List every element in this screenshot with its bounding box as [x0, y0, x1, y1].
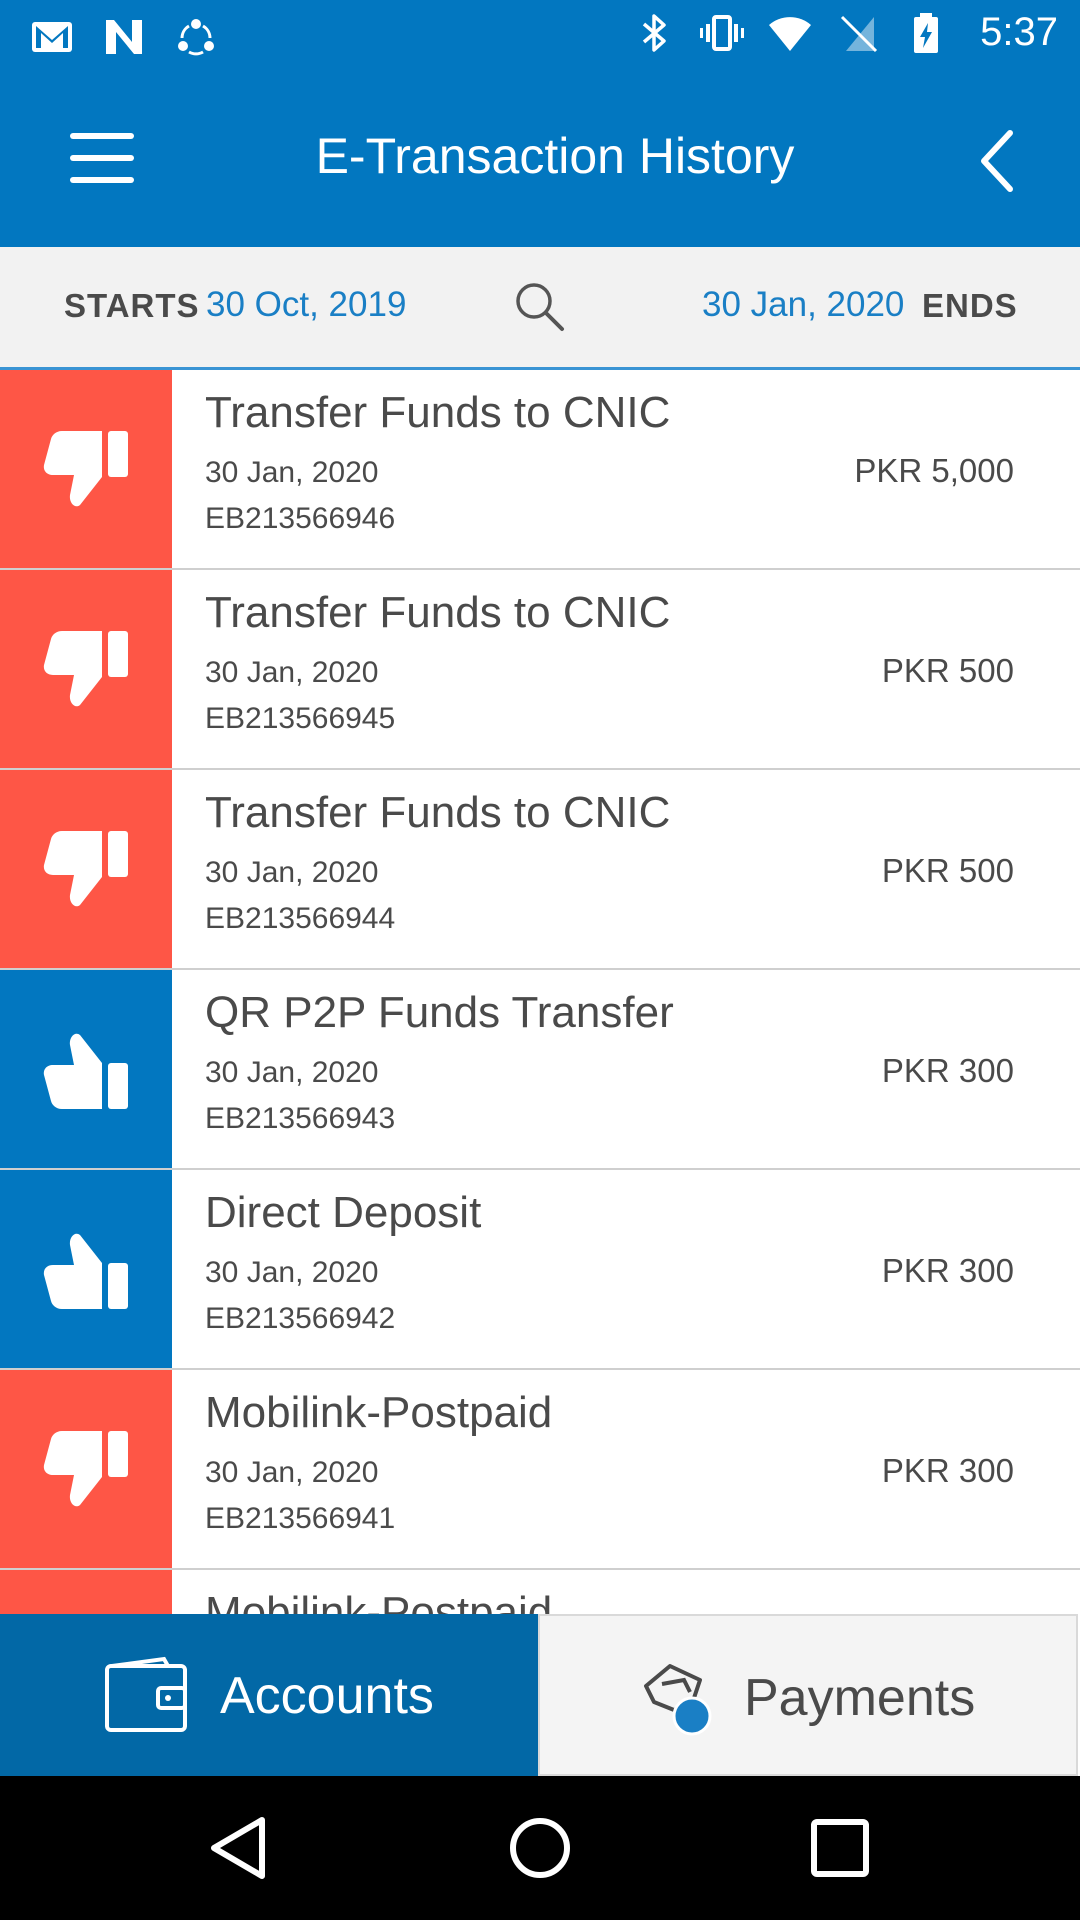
- transaction-row[interactable]: Transfer Funds to CNIC 30 Jan, 2020 EB21…: [0, 370, 1080, 571]
- transaction-row[interactable]: Direct Deposit 30 Jan, 2020 EB213566942 …: [0, 1170, 1080, 1371]
- gmail-icon: [32, 22, 72, 52]
- transaction-row[interactable]: Mobilink-Postpaid: [0, 1570, 1080, 1614]
- transaction-amount: PKR 500: [881, 852, 1014, 889]
- bottom-tab-bar: Accounts Payments: [0, 1614, 1080, 1776]
- transaction-reference: EB213566945: [205, 702, 396, 735]
- start-label: STARTS: [64, 287, 200, 324]
- transaction-title: Transfer Funds to CNIC: [205, 388, 671, 437]
- transaction-date: 30 Jan, 2020: [205, 1056, 379, 1089]
- transaction-reference: EB213566941: [205, 1502, 396, 1535]
- chevron-left-icon[interactable]: [960, 121, 1040, 201]
- transaction-date: 30 Jan, 2020: [205, 856, 379, 889]
- thumbs-down-icon: [43, 431, 128, 507]
- status-indicator: [0, 1170, 172, 1368]
- transaction-date: 30 Jan, 2020: [205, 1256, 379, 1289]
- transaction-amount: PKR 300: [881, 1252, 1014, 1289]
- transaction-date: 30 Jan, 2020: [205, 456, 379, 489]
- transaction-row[interactable]: Mobilink-Postpaid 30 Jan, 2020 EB2135669…: [0, 1370, 1080, 1571]
- end-date-picker[interactable]: 30 Jan, 2020: [702, 285, 904, 325]
- thumbs-down-icon: [43, 631, 128, 707]
- bluetooth-icon: [643, 13, 666, 52]
- transaction-title: Mobilink-Postpaid: [205, 1588, 553, 1614]
- transaction-reference: EB213566942: [205, 1302, 396, 1335]
- wallet-icon: [105, 1656, 187, 1732]
- thumbs-up-icon: [43, 1033, 128, 1109]
- transaction-amount: PKR 300: [881, 1452, 1014, 1489]
- nav-back-icon[interactable]: [204, 1812, 276, 1884]
- no-sim-icon: [841, 15, 878, 52]
- clock: 5:37: [980, 10, 1058, 54]
- battery-charging-icon: [914, 12, 939, 53]
- transaction-reference: EB213566944: [205, 902, 396, 935]
- nav-home-icon[interactable]: [504, 1812, 576, 1884]
- transaction-title: QR P2P Funds Transfer: [205, 988, 674, 1037]
- vibrate-icon: [700, 14, 745, 51]
- transaction-row[interactable]: QR P2P Funds Transfer 30 Jan, 2020 EB213…: [0, 970, 1080, 1171]
- status-indicator: [0, 770, 172, 968]
- status-indicator: [0, 970, 172, 1168]
- system-icons: 5:37: [632, 10, 1058, 55]
- transaction-title: Transfer Funds to CNIC: [205, 788, 671, 837]
- transaction-title: Transfer Funds to CNIC: [205, 588, 671, 637]
- payment-hand-icon: [644, 1664, 712, 1736]
- status-bar: 5:37: [0, 0, 1080, 75]
- status-indicator: [0, 370, 172, 568]
- status-indicator: [0, 570, 172, 768]
- app-bar: E-Transaction History: [0, 75, 1080, 247]
- page-title: E-Transaction History: [315, 128, 795, 184]
- tab-payments[interactable]: Payments: [538, 1614, 1078, 1776]
- transaction-date: 30 Jan, 2020: [205, 656, 379, 689]
- search-icon[interactable]: [510, 277, 570, 337]
- transaction-reference: EB213566946: [205, 502, 396, 535]
- transaction-row[interactable]: Transfer Funds to CNIC 30 Jan, 2020 EB21…: [0, 770, 1080, 971]
- start-date-picker[interactable]: 30 Oct, 2019: [206, 285, 406, 325]
- system-navigation-bar: [0, 1776, 1080, 1920]
- transaction-amount: PKR 300: [881, 1052, 1014, 1089]
- thumbs-down-icon: [43, 831, 128, 907]
- tab-accounts-label: Accounts: [220, 1667, 434, 1725]
- wifi-icon: [769, 16, 812, 51]
- transaction-reference: EB213566943: [205, 1102, 396, 1135]
- sync-app-icon: [178, 19, 214, 56]
- status-indicator: [0, 1370, 172, 1568]
- thumbs-up-icon: [43, 1233, 128, 1309]
- end-label: ENDS: [922, 287, 1018, 324]
- tab-payments-label: Payments: [744, 1669, 976, 1727]
- transaction-row[interactable]: Transfer Funds to CNIC 30 Jan, 2020 EB21…: [0, 570, 1080, 771]
- date-range-filter: STARTS 30 Oct, 2019 30 Jan, 2020 ENDS: [0, 247, 1080, 370]
- transaction-list[interactable]: Transfer Funds to CNIC 30 Jan, 2020 EB21…: [0, 370, 1080, 1614]
- transaction-date: 30 Jan, 2020: [205, 1456, 379, 1489]
- transaction-title: Direct Deposit: [205, 1188, 482, 1237]
- notification-icons: [30, 14, 218, 58]
- transaction-title: Mobilink-Postpaid: [205, 1388, 553, 1437]
- nav-recents-icon[interactable]: [804, 1812, 876, 1884]
- thumbs-down-icon: [43, 1431, 128, 1507]
- status-indicator: [0, 1570, 172, 1614]
- transaction-amount: PKR 5,000: [854, 452, 1014, 489]
- n-app-icon: [106, 20, 142, 54]
- tab-accounts[interactable]: Accounts: [0, 1614, 538, 1776]
- transaction-amount: PKR 500: [881, 652, 1014, 689]
